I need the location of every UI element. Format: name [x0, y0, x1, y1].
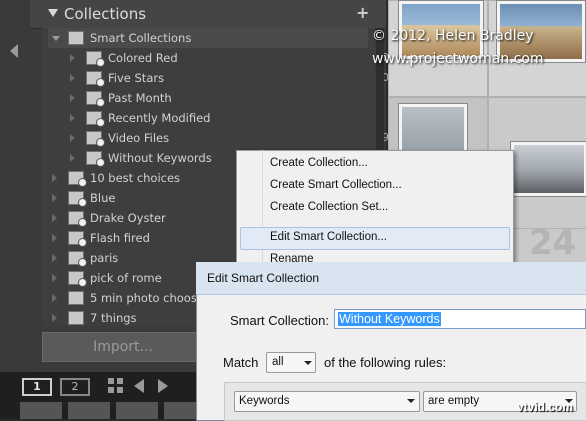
expand-triangle-icon[interactable]	[52, 274, 57, 282]
collection-row[interactable]: Colored Red 221	[30, 48, 410, 68]
chevron-down-icon[interactable]	[407, 399, 415, 403]
grid-cell[interactable]	[488, 0, 586, 97]
grid-cell[interactable]	[388, 0, 488, 97]
collection-label: Five Stars	[108, 71, 165, 85]
smart-collection-icon	[86, 111, 105, 127]
expand-triangle-icon[interactable]	[52, 174, 57, 182]
grid-view-icon[interactable]	[108, 378, 124, 394]
left-panel-strip	[0, 0, 31, 419]
smart-collection-icon	[68, 271, 87, 287]
collection-label: Past Month	[108, 91, 172, 105]
expand-triangle-icon[interactable]	[70, 54, 75, 62]
collection-label: Blue	[90, 191, 116, 205]
expand-triangle-icon[interactable]	[70, 94, 75, 102]
panel-expand-triangle-icon[interactable]	[48, 9, 58, 17]
collection-label: paris	[90, 251, 119, 265]
smart-collection-icon	[68, 211, 87, 227]
smart-collection-icon	[86, 91, 105, 107]
expand-triangle-icon[interactable]	[52, 294, 57, 302]
collection-row[interactable]: Five Stars 104	[30, 68, 410, 88]
folder-icon	[68, 291, 84, 305]
match-select-value[interactable]: all	[272, 356, 284, 368]
add-collection-icon[interactable]: +	[356, 3, 369, 22]
expand-triangle-icon[interactable]	[70, 154, 75, 162]
expand-triangle-icon[interactable]	[70, 74, 75, 82]
menu-item-create-collection-set[interactable]: Create Collection Set...	[270, 201, 388, 213]
smart-collection-icon	[68, 171, 87, 187]
smart-collection-icon	[86, 151, 105, 167]
rule-field-value[interactable]: Keywords	[239, 395, 290, 407]
smart-collection-name-value[interactable]: Without Keywords	[338, 312, 441, 326]
expand-triangle-icon[interactable]	[70, 114, 75, 122]
collection-label: 7 things	[90, 311, 137, 325]
smart-collection-set-icon	[68, 31, 84, 45]
chevron-down-icon[interactable]	[304, 361, 312, 365]
collection-row[interactable]: Recently Modified1	[30, 108, 410, 128]
collection-label: Video Files	[108, 131, 170, 145]
smart-collection-icon	[68, 251, 87, 267]
primary-display-button[interactable]: 1	[22, 378, 52, 396]
collection-label: Drake Oyster	[90, 211, 166, 225]
menu-item-create-collection[interactable]: Create Collection...	[270, 157, 368, 169]
smart-collection-icon	[86, 71, 105, 87]
secondary-display-button[interactable]: 2	[60, 378, 90, 396]
forward-arrow-icon[interactable]	[158, 379, 168, 393]
dialog-title: Edit Smart Collection	[207, 271, 320, 285]
collection-label: Flash fired	[90, 231, 150, 245]
menu-item-edit-smart-collection[interactable]: Edit Smart Collection...	[270, 231, 387, 243]
expand-triangle-icon[interactable]	[52, 234, 57, 242]
photo-thumbnail[interactable]	[511, 142, 586, 196]
smart-collection-icon	[68, 231, 87, 247]
import-button[interactable]: Import...	[42, 332, 204, 362]
match-label: Match	[223, 355, 259, 370]
back-arrow-icon[interactable]	[134, 379, 144, 393]
expand-down-triangle-icon[interactable]	[52, 36, 60, 41]
collection-label: Recently Modified	[108, 111, 211, 125]
smart-collection-label: Smart Collection:	[230, 313, 329, 328]
grid-cell-number: 24	[529, 223, 577, 263]
copyright-watermark: © 2012, Helen Bradley	[372, 28, 534, 44]
folder-icon	[68, 311, 84, 325]
collection-label: 10 best choices	[90, 171, 181, 185]
rule-operator-value[interactable]: are empty	[428, 395, 479, 407]
smart-collection-icon	[86, 131, 105, 147]
site-watermark: vtvid.com	[517, 400, 574, 414]
collection-label: 5 min photo choos	[90, 291, 197, 305]
collection-row[interactable]: Video Files95	[30, 128, 410, 148]
panel-title: Collections	[64, 5, 147, 23]
website-watermark: www.projectwoman.com	[372, 51, 544, 67]
expand-triangle-icon[interactable]	[70, 134, 75, 142]
filmstrip-thumbnails[interactable]	[20, 402, 200, 419]
smart-collection-icon	[68, 191, 87, 207]
collection-label: Without Keywords	[108, 151, 212, 165]
collapse-left-panel-icon[interactable]	[10, 44, 18, 58]
rules-label: of the following rules:	[324, 355, 447, 370]
expand-triangle-icon[interactable]	[52, 214, 57, 222]
collection-label: Smart Collections	[90, 31, 192, 45]
collection-row[interactable]: Smart Collections	[30, 28, 410, 48]
smart-collection-icon	[86, 51, 105, 67]
collection-label: pick of rome	[90, 271, 162, 285]
menu-item-create-smart-collection[interactable]: Create Smart Collection...	[270, 179, 402, 191]
collection-row[interactable]: Past Month1	[30, 88, 410, 108]
expand-triangle-icon[interactable]	[52, 254, 57, 262]
collection-label: Colored Red	[108, 51, 178, 65]
expand-triangle-icon[interactable]	[52, 194, 57, 202]
expand-triangle-icon[interactable]	[52, 314, 57, 322]
